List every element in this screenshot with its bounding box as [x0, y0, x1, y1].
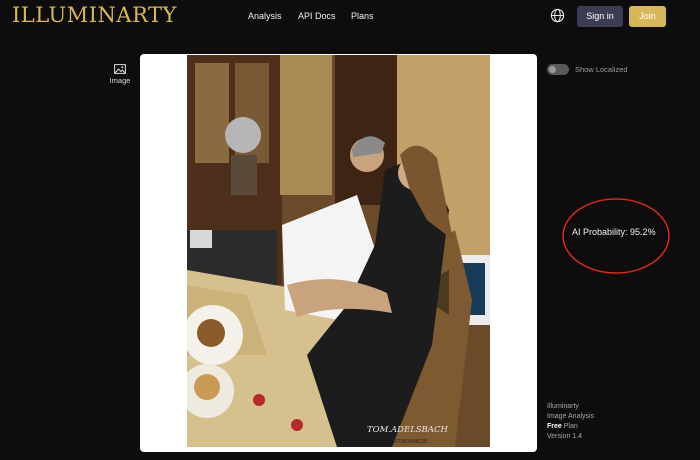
show-localized-toggle[interactable]: [547, 64, 569, 75]
image-icon: [114, 64, 126, 74]
nav-api-docs[interactable]: API Docs: [298, 11, 336, 21]
show-localized-label: Show Localized: [575, 65, 628, 74]
image-preview-panel: TOM.ADELSBACH EFTA01648120: [140, 54, 537, 452]
ai-probability: AI Probability: 95.2%: [572, 227, 656, 237]
top-navbar: ILLUMINARTY Analysis API Docs Plans Sign…: [0, 0, 700, 34]
analyzed-photo: [187, 55, 490, 447]
toggle-knob: [549, 66, 556, 73]
app-version: Version 1.4: [547, 433, 583, 440]
sign-in-button[interactable]: Sign in: [577, 6, 623, 27]
plan-name: Free: [547, 423, 562, 430]
app-subtitle: Image Analysis: [547, 413, 595, 420]
nav-plans[interactable]: Plans: [351, 11, 374, 21]
photo-caption: EFTA01648120: [392, 439, 427, 445]
join-button[interactable]: Join: [629, 6, 666, 27]
plan-info: Illuminarty Image Analysis Free Plan Ver…: [547, 402, 594, 442]
nav-analysis[interactable]: Analysis: [248, 11, 282, 21]
ai-probability-label: AI Probability:: [572, 227, 628, 237]
ai-probability-value: 95.2%: [630, 227, 656, 237]
globe-icon[interactable]: [550, 8, 565, 23]
app-name: Illuminarty: [547, 403, 579, 410]
plan-line: Free Plan: [547, 422, 594, 432]
photo-watermark: TOM.ADELSBACH: [367, 425, 448, 435]
image-tab-label: Image: [109, 76, 131, 85]
photo-illustration: [187, 55, 490, 447]
logo-text: ILLUMINARTY: [12, 3, 177, 27]
plan-suffix: Plan: [563, 423, 578, 430]
image-tab[interactable]: Image: [106, 64, 134, 85]
logo[interactable]: ILLUMINARTY: [12, 3, 177, 27]
